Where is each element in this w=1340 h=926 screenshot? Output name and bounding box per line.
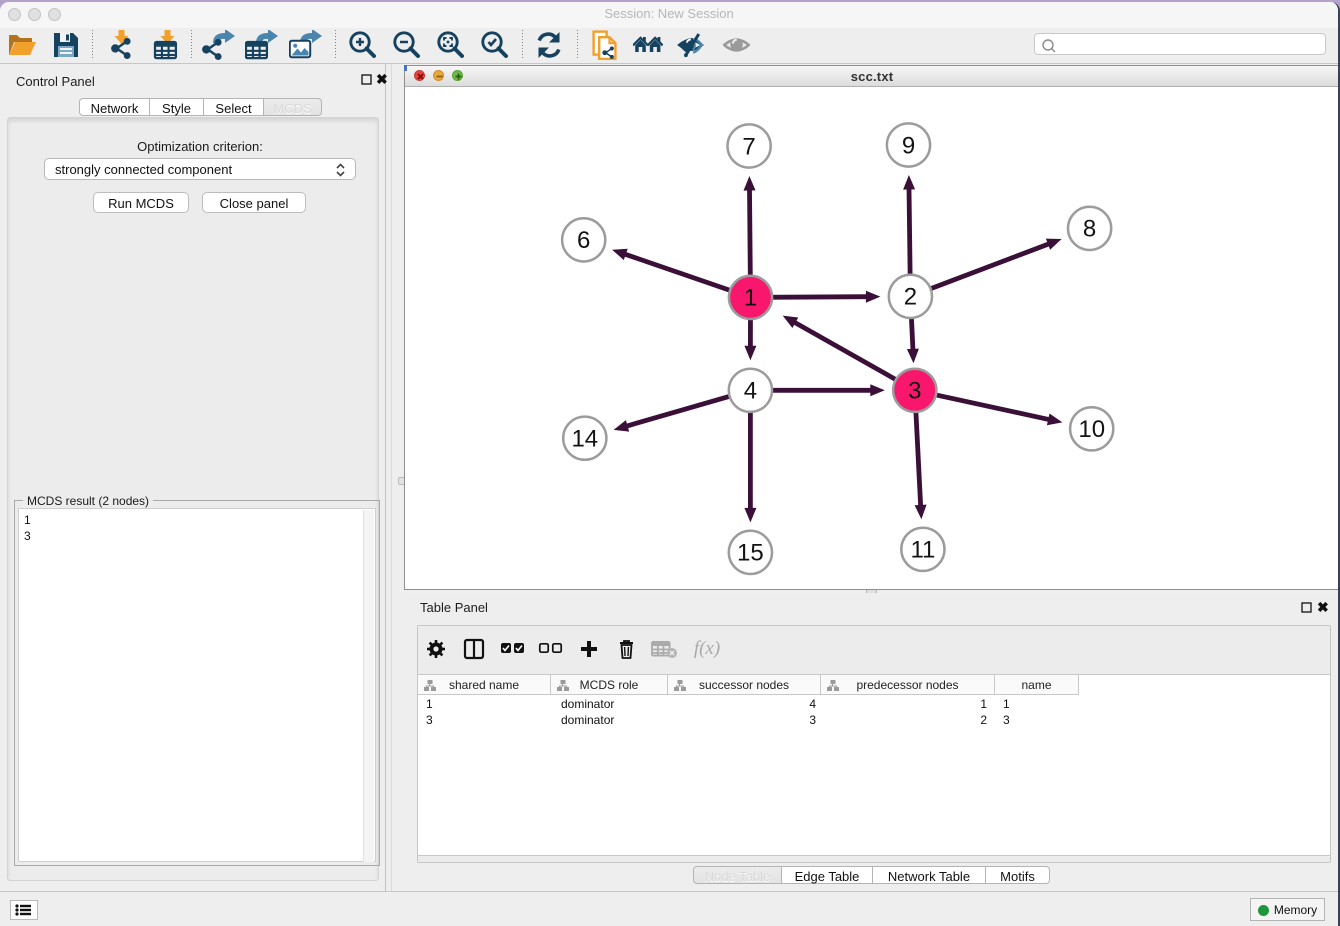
svg-text:9: 9 — [902, 132, 915, 159]
svg-text:14: 14 — [571, 426, 598, 453]
svg-text:11: 11 — [910, 537, 935, 564]
svg-text:1: 1 — [744, 285, 757, 312]
svg-text:4: 4 — [744, 378, 757, 405]
svg-text:15: 15 — [737, 540, 764, 567]
svg-text:2: 2 — [904, 284, 917, 311]
svg-text:10: 10 — [1078, 416, 1105, 443]
svg-text:6: 6 — [577, 227, 590, 254]
svg-text:8: 8 — [1083, 216, 1096, 243]
svg-text:3: 3 — [908, 378, 921, 405]
svg-text:7: 7 — [742, 133, 755, 160]
